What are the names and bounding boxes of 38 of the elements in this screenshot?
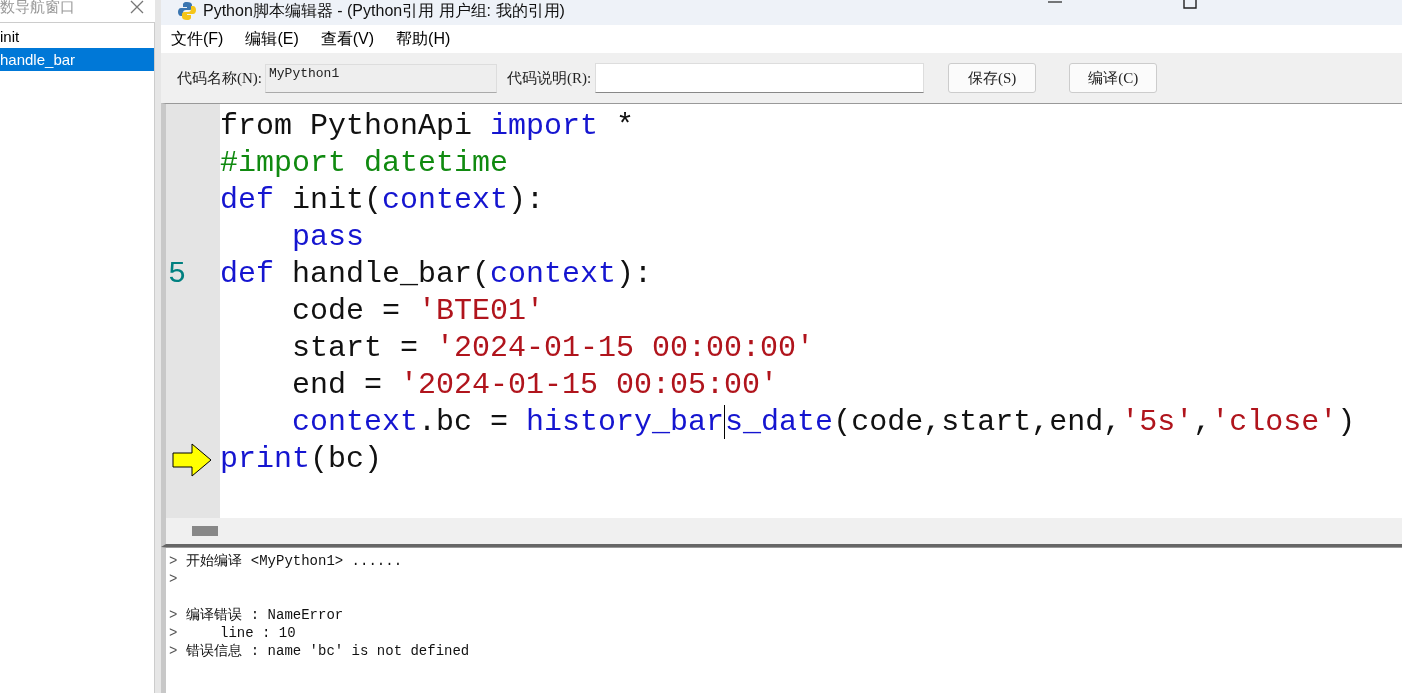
function-item[interactable]: handle_bar (0, 48, 154, 71)
code-line: from PythonApi import * (220, 108, 636, 145)
save-button[interactable]: 保存(S) (948, 63, 1037, 93)
menu-item[interactable]: 查看(V) (316, 28, 387, 50)
function-item[interactable]: init (0, 25, 154, 48)
output-line: line : 10 (219, 624, 296, 642)
code-line: context.bc = history_bars_date(code,start,end,'5s','close') (291, 404, 1357, 441)
close-icon[interactable] (129, 0, 145, 15)
prompt-marker: > (169, 642, 178, 660)
code-line: def init(context): (220, 182, 546, 219)
menu-item[interactable]: 编辑(E) (241, 28, 311, 50)
code-line: code = 'BTE01' (291, 293, 546, 330)
code-line: end = '2024-01-15 00:05:00' (291, 367, 780, 404)
code-line: start = '2024-01-15 00:00:00' (291, 330, 816, 367)
prompt-marker: > (169, 552, 178, 570)
line-number: 5 (168, 257, 186, 291)
maximize-icon[interactable] (1183, 0, 1197, 9)
window-title: Python脚本编辑器 - (Python引用 用户组: 我的引用) (203, 1, 565, 21)
code-line: print(bc) (220, 441, 384, 478)
prompt-marker: > (169, 606, 178, 624)
menu-item[interactable]: 帮助(H) (392, 28, 463, 50)
description-label: 代码说明(R): (507, 68, 592, 88)
code-line: #import datetime (220, 145, 510, 182)
description-field[interactable] (595, 63, 925, 93)
prompt-marker: > (169, 570, 178, 588)
compile-button[interactable]: 编译(C) (1069, 63, 1158, 93)
output-line: 错误信息 : name 'bc' is not defined (186, 642, 470, 660)
minimize-icon[interactable] (1048, 0, 1062, 4)
name-field[interactable]: MyPython1 (265, 63, 497, 93)
scrollbar-thumb[interactable] (192, 526, 218, 536)
code-line: pass (291, 219, 365, 256)
menu-item[interactable]: 文件(F) (167, 28, 236, 50)
python-logo-icon (177, 1, 197, 21)
code-line: def handle_bar(context): (220, 256, 654, 293)
output-line: 编译错误 : NameError (186, 606, 344, 624)
output-line: 开始编译 <MyPython1> ...... (186, 552, 403, 570)
name-label: 代码名称(N): (177, 68, 262, 88)
prompt-marker: > (169, 624, 178, 642)
